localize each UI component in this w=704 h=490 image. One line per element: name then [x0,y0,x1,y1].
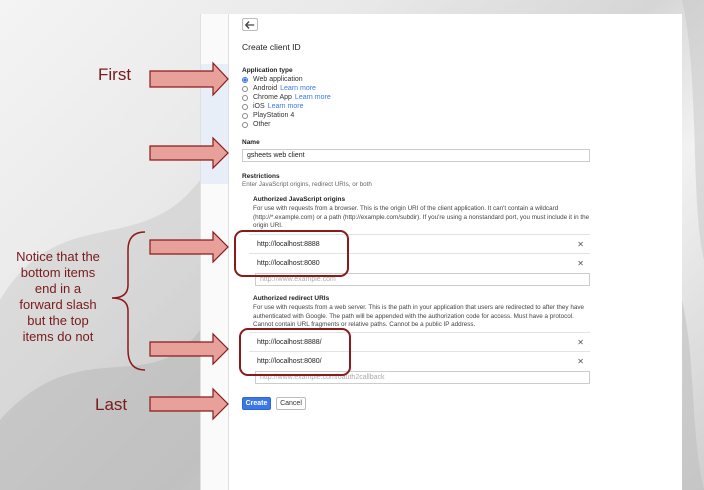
arrow-origins [149,230,229,264]
brace [111,231,146,371]
arrow-first [149,61,229,97]
arrow-last [149,387,229,421]
annotation-arrows [111,61,229,421]
arrow-name [149,136,229,170]
arrow-redirects [149,332,229,366]
